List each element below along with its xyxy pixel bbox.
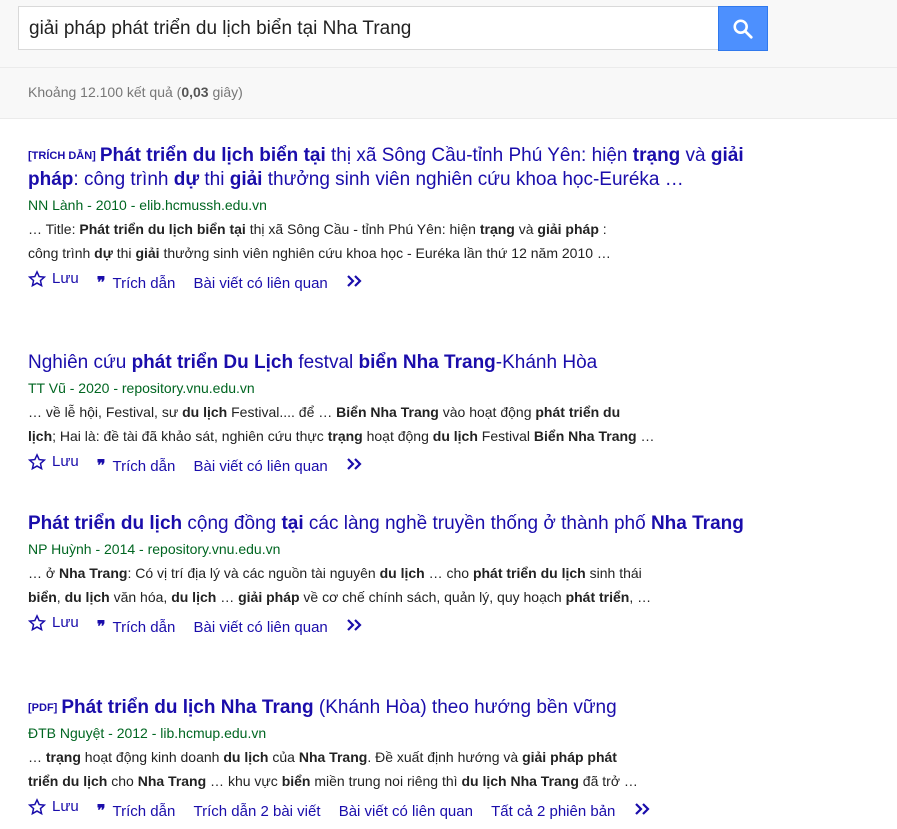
result-title-text[interactable]: Nghiên cứu phát triển Du Lịch festval bi…	[28, 352, 597, 373]
result-title[interactable]: [PDF] Phát triển du lịch Nha Trang (Khánh…	[28, 696, 788, 720]
search-input[interactable]: giải pháp phát triển du lịch biển tại Nh…	[18, 6, 718, 50]
quote-icon: ❞	[96, 803, 106, 820]
result-meta: ĐTB Nguyệt - 2012 - lib.hcmup.edu.vn	[28, 725, 267, 741]
star-icon	[28, 453, 46, 471]
search-result: [TRÍCH DẪN] Phát triển du lịch biển tại t…	[28, 144, 788, 296]
result-snippet: … ở Nha Trang: Có vị trí địa lý và các n…	[28, 565, 652, 605]
save-label: Lưu	[52, 614, 79, 631]
result-meta: NP Huỳnh - 2014 - repository.vnu.edu.vn	[28, 541, 281, 557]
result-type-tag: [TRÍCH DẪN]	[28, 150, 96, 162]
cite-button[interactable]: ❞ Trích dẫn	[97, 455, 175, 479]
quote-icon: ❞	[96, 275, 106, 292]
result-meta: NN Lành - 2010 - elib.hcmussh.edu.vn	[28, 197, 267, 213]
more-options-button[interactable]	[634, 802, 658, 816]
stats-time: 0,03	[181, 84, 209, 100]
result-title[interactable]: Phát triển du lịch cộng đồng tại các làn…	[28, 512, 788, 536]
result-title-text[interactable]: Phát triển du lịch biển tại thị xã Sông …	[28, 145, 744, 190]
result-stats: Khoảng 12.100 kết quả (0,03 giây)	[28, 84, 243, 100]
all-versions-link[interactable]: Tất cả 2 phiên bản	[491, 800, 615, 824]
more-options-button[interactable]	[346, 618, 370, 632]
result-snippet: … về lễ hội, Festival, sư du lịch Festiv…	[28, 404, 655, 444]
save-button[interactable]: Lưu	[28, 450, 79, 474]
cite-label: Trích dẫn	[112, 275, 176, 292]
cite-label: Trích dẫn	[112, 619, 176, 636]
cite-button[interactable]: ❞ Trích dẫn	[97, 800, 175, 824]
search-button[interactable]	[718, 6, 768, 51]
save-button[interactable]: Lưu	[28, 267, 79, 291]
cited-by-link[interactable]: Trích dẫn 2 bài viết	[194, 800, 321, 824]
quote-icon: ❞	[96, 619, 106, 636]
more-options-button[interactable]	[346, 274, 370, 288]
double-chevron-icon	[634, 803, 650, 815]
result-meta: TT Vũ - 2020 - repository.vnu.edu.vn	[28, 380, 255, 396]
search-icon	[733, 18, 753, 39]
stats-prefix: Khoảng 12.100 kết quả (	[28, 84, 182, 100]
cite-button[interactable]: ❞ Trích dẫn	[97, 616, 175, 640]
cite-label: Trích dẫn	[112, 803, 176, 820]
related-articles-link[interactable]: Bài viết có liên quan	[194, 455, 328, 479]
quote-icon: ❞	[96, 458, 106, 475]
related-articles-link[interactable]: Bài viết có liên quan	[194, 272, 328, 296]
related-articles-link[interactable]: Bài viết có liên quan	[339, 800, 473, 824]
result-actions: Lưu ❞ Trích dẫn Trích dẫn 2 bài viết Bài …	[28, 795, 788, 824]
result-actions: Lưu ❞ Trích dẫn Bài viết có liên quan	[28, 267, 788, 296]
stats-suffix: giây)	[208, 84, 243, 100]
result-title-text[interactable]: Phát triển du lịch Nha Trang (Khánh Hòa)…	[61, 697, 616, 718]
search-result: Phát triển du lịch cộng đồng tại các làn…	[28, 512, 788, 640]
save-label: Lưu	[52, 270, 79, 287]
save-label: Lưu	[52, 453, 79, 470]
cite-button[interactable]: ❞ Trích dẫn	[97, 272, 175, 296]
double-chevron-icon	[347, 619, 362, 631]
search-result: [PDF] Phát triển du lịch Nha Trang (Khánh…	[28, 696, 788, 824]
result-title[interactable]: [TRÍCH DẪN] Phát triển du lịch biển tại t…	[28, 144, 788, 192]
double-chevron-icon	[347, 458, 362, 470]
star-icon	[28, 798, 46, 816]
result-actions: Lưu ❞ Trích dẫn Bài viết có liên quan	[28, 611, 788, 640]
save-button[interactable]: Lưu	[28, 795, 79, 819]
result-title[interactable]: Nghiên cứu phát triển Du Lịch festval bi…	[28, 351, 788, 375]
save-label: Lưu	[52, 798, 79, 815]
cite-label: Trích dẫn	[112, 458, 176, 475]
result-snippet: … Title: Phát triển du lịch biển tại thị…	[28, 221, 611, 261]
result-title-text[interactable]: Phát triển du lịch cộng đồng tại các làn…	[28, 513, 744, 534]
search-result: Nghiên cứu phát triển Du Lịch festval bi…	[28, 351, 788, 479]
save-button[interactable]: Lưu	[28, 611, 79, 635]
double-chevron-icon	[347, 275, 362, 287]
result-actions: Lưu ❞ Trích dẫn Bài viết có liên quan	[28, 450, 788, 479]
related-articles-link[interactable]: Bài viết có liên quan	[194, 616, 328, 640]
star-icon	[28, 614, 46, 632]
star-icon	[28, 270, 46, 288]
more-options-button[interactable]	[346, 457, 370, 471]
result-snippet: … trạng hoạt động kinh doanh du lịch của…	[28, 749, 638, 789]
result-type-tag: [PDF]	[28, 702, 58, 714]
